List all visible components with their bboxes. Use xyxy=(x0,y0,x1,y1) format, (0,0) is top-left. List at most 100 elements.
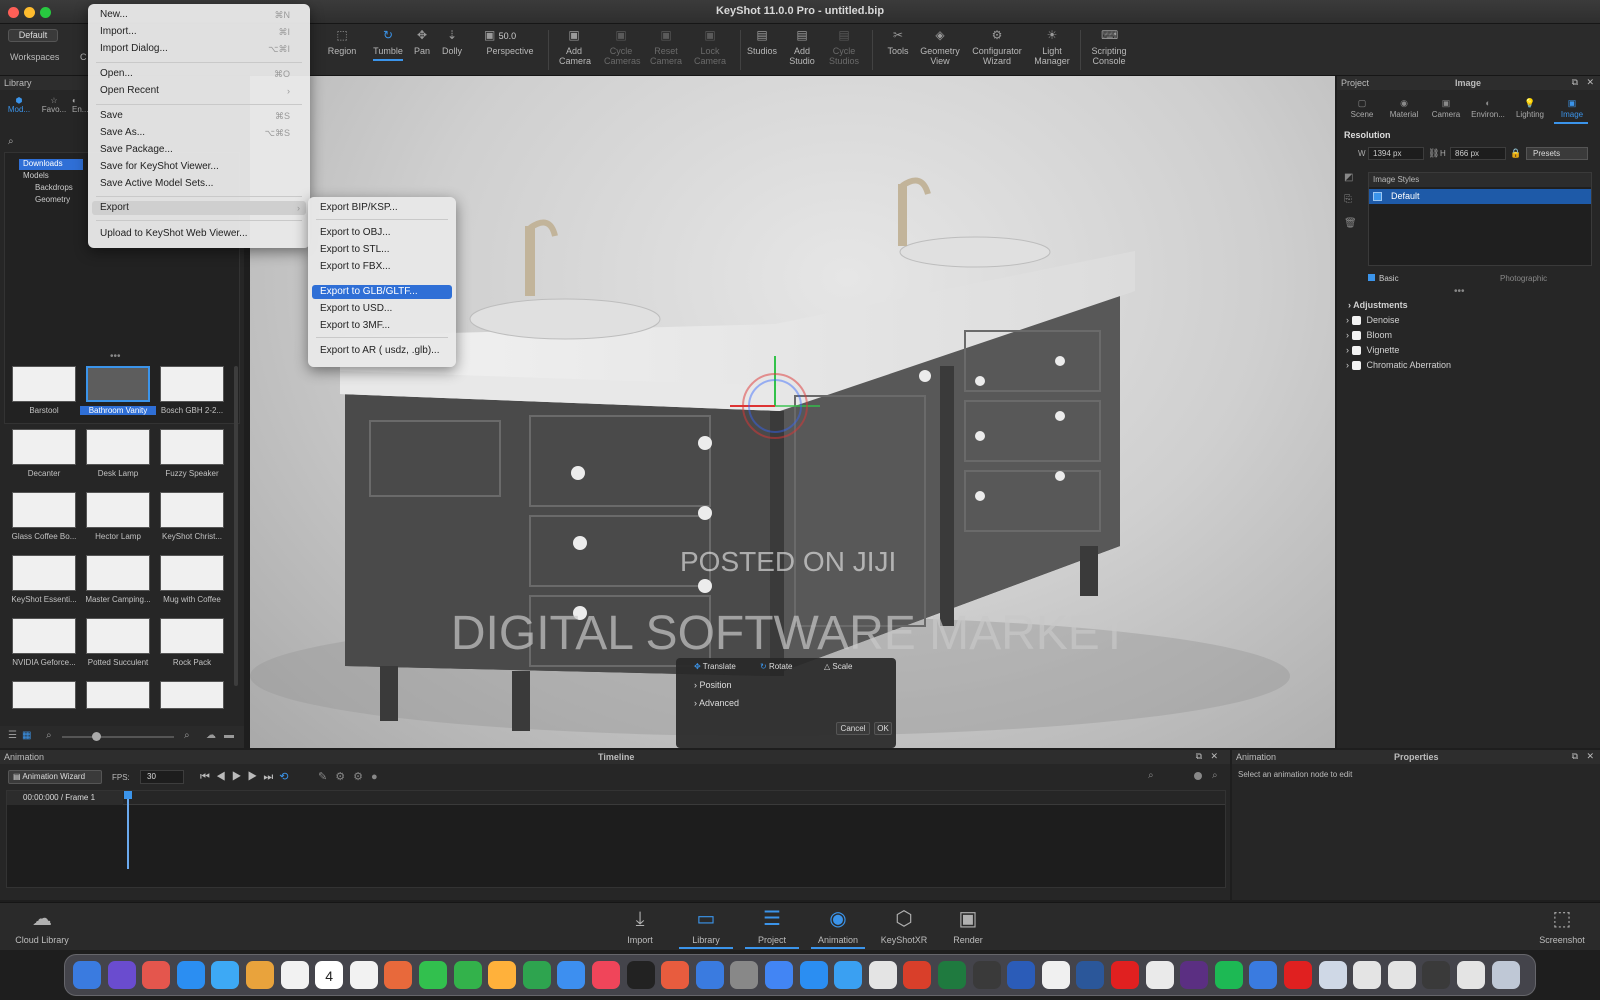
model-thumbnail[interactable] xyxy=(160,492,224,528)
adjustment-bloom[interactable]: › Bloom xyxy=(1346,330,1392,341)
tree-item-downloads[interactable]: Downloads xyxy=(19,159,83,170)
slider-knob[interactable] xyxy=(92,732,101,741)
dock-app-icon[interactable] xyxy=(938,961,966,989)
play-icon[interactable]: ▶ xyxy=(232,771,248,783)
width-input[interactable]: 1394 px xyxy=(1368,147,1424,160)
menu-item-save[interactable]: Save ⌘S xyxy=(100,109,300,123)
dock-app-icon[interactable] xyxy=(419,961,447,989)
menu-item-export-ar[interactable]: Export to AR ( usdz, .glb)... xyxy=(320,344,440,358)
tab-lighting[interactable]: 💡 Lighting xyxy=(1510,98,1550,119)
menu-item-import-dialog[interactable]: Import Dialog... ⌥⌘I xyxy=(100,42,300,56)
tab-scene[interactable]: ▢ Scene xyxy=(1342,98,1382,119)
menu-item-open-recent[interactable]: Open Recent › xyxy=(100,84,300,98)
menu-item-export-obj[interactable]: Export to OBJ... xyxy=(320,226,391,240)
tab-image[interactable]: ▣ Image xyxy=(1552,98,1592,119)
lock-aspect-icon[interactable]: 🔒 xyxy=(1510,148,1521,159)
tree-item-geometry[interactable]: Geometry xyxy=(35,195,70,204)
dock-app-icon[interactable] xyxy=(1180,961,1209,989)
splitter-handle[interactable]: ••• xyxy=(1454,286,1465,297)
add-style-icon[interactable]: ◩ xyxy=(1344,172,1353,183)
tools-button[interactable]: ✂ Tools xyxy=(880,28,916,56)
pan-button[interactable]: ✥ Pan xyxy=(408,28,436,56)
model-thumbnail[interactable] xyxy=(86,429,150,465)
dock-app-icon[interactable] xyxy=(695,961,724,989)
library-button[interactable]: ▭ Library xyxy=(676,907,736,949)
dock-app-icon[interactable] xyxy=(730,961,759,989)
position-section[interactable]: › Position xyxy=(694,680,732,690)
model-thumbnail[interactable] xyxy=(160,429,224,465)
zoom-in-icon[interactable]: ⌕ xyxy=(184,730,190,741)
trash-icon[interactable]: 🗑 xyxy=(1344,218,1357,229)
dock-app-icon[interactable] xyxy=(453,961,482,989)
dock-app-icon[interactable] xyxy=(1422,961,1451,989)
menu-item-export[interactable]: Export › xyxy=(92,201,306,215)
menu-item-export-fbx[interactable]: Export to FBX... xyxy=(320,260,391,274)
cycle-studios-button[interactable]: ▤ Cycle Studios xyxy=(824,28,864,66)
time-ruler[interactable] xyxy=(123,791,1225,805)
menu-item-save-as[interactable]: Save As... ⌥⌘S xyxy=(100,126,300,140)
configurator-wizard-button[interactable]: ⚙ Configurator Wizard xyxy=(968,28,1026,66)
cancel-button[interactable]: Cancel xyxy=(836,722,870,735)
ok-button[interactable]: OK xyxy=(874,722,892,735)
pen-icon[interactable]: ✎ xyxy=(318,771,335,783)
timeline-zoom-in-icon[interactable]: ⌕ xyxy=(1212,770,1218,781)
dock-app-icon[interactable] xyxy=(522,961,551,989)
tab-environment[interactable]: ◐ Environ... xyxy=(1468,98,1508,119)
menu-item-export-stl[interactable]: Export to STL... xyxy=(320,243,389,257)
render-viewport[interactable]: POSTED ON JIJI DIGITAL SOFTWARE MARKET ✥… xyxy=(250,76,1335,748)
tab-favorites[interactable]: ☆ Favo... xyxy=(40,96,68,114)
playhead[interactable] xyxy=(127,791,129,869)
menu-item-export-glb[interactable]: Export to GLB/GLTF... xyxy=(312,285,452,299)
geometry-view-button[interactable]: ◈ Geometry View xyxy=(916,28,964,66)
dock-app-icon[interactable] xyxy=(1457,961,1485,989)
dock-app-icon[interactable] xyxy=(1249,961,1278,989)
dock-app-icon[interactable] xyxy=(1387,961,1416,989)
dock-app-icon[interactable] xyxy=(557,961,586,989)
model-thumbnail[interactable] xyxy=(12,366,76,402)
model-thumbnail[interactable] xyxy=(86,555,150,591)
timeline-zoom-out-icon[interactable]: ⌕ xyxy=(1148,770,1154,781)
menu-item-new[interactable]: New... ⌘N xyxy=(100,8,300,22)
dock-app-icon[interactable] xyxy=(972,961,1001,989)
animation-wizard-button[interactable]: ▤ Animation Wizard xyxy=(8,770,102,784)
lock-camera-button[interactable]: ▣ Lock Camera xyxy=(690,28,730,66)
rotate-tab[interactable]: ↻ Rotate xyxy=(760,662,793,671)
model-thumbnail[interactable] xyxy=(160,366,224,402)
menu-item-save-keyshot-viewer[interactable]: Save for KeyShot Viewer... xyxy=(100,160,300,174)
chromatic-aberration-checkbox[interactable] xyxy=(1351,361,1361,371)
denoise-checkbox[interactable] xyxy=(1351,316,1361,326)
adjustments-section[interactable]: › Adjustments xyxy=(1348,300,1408,310)
cloud-library-button[interactable]: ☁ Cloud Library xyxy=(10,907,74,945)
screenshot-button[interactable]: ⬚ Screenshot xyxy=(1532,907,1592,945)
studios-button[interactable]: ▤ Studios xyxy=(744,28,780,56)
close-icon[interactable]: ✕ xyxy=(1586,77,1594,88)
tree-item-models[interactable]: Models xyxy=(23,171,49,180)
model-thumbnail[interactable] xyxy=(86,492,150,528)
adjustment-vignette[interactable]: › Vignette xyxy=(1346,345,1399,356)
folder-icon[interactable]: ▬ xyxy=(224,730,234,741)
tree-item-backdrops[interactable]: Backdrops xyxy=(35,183,73,192)
bloom-checkbox[interactable] xyxy=(1351,331,1361,341)
add-camera-button[interactable]: ▣ Add Camera xyxy=(556,28,592,66)
skip-end-icon[interactable]: ⏭ xyxy=(263,771,279,783)
model-thumbnail[interactable] xyxy=(160,555,224,591)
model-thumbnail[interactable] xyxy=(160,618,224,654)
height-input[interactable]: 866 px xyxy=(1450,147,1506,160)
link-icon[interactable]: ⛓ xyxy=(1428,148,1439,159)
tab-environments[interactable]: ◐ En... xyxy=(72,96,88,114)
vignette-checkbox[interactable] xyxy=(1351,346,1361,356)
tumble-button[interactable]: ↻ Tumble xyxy=(370,28,406,61)
import-button[interactable]: ⤓ Import xyxy=(610,907,670,945)
model-thumbnail[interactable] xyxy=(12,555,76,591)
region-button[interactable]: ⬚ Region xyxy=(324,28,360,56)
adjustment-chromatic-aberration[interactable]: › Chromatic Aberration xyxy=(1346,360,1451,371)
dock-app-icon[interactable] xyxy=(592,961,620,989)
tab-material[interactable]: ◉ Material xyxy=(1384,98,1424,119)
calendar-icon[interactable]: 4 xyxy=(315,961,344,989)
dock-app-icon[interactable] xyxy=(246,961,274,989)
photographic-mode-option[interactable]: Photographic xyxy=(1500,274,1547,283)
keyshotxr-button[interactable]: ⬡ KeyShotXR xyxy=(874,907,934,945)
render-button[interactable]: ▣ Render xyxy=(938,907,998,945)
image-style-default[interactable]: Default xyxy=(1369,189,1591,204)
dock-app-icon[interactable] xyxy=(176,961,205,989)
